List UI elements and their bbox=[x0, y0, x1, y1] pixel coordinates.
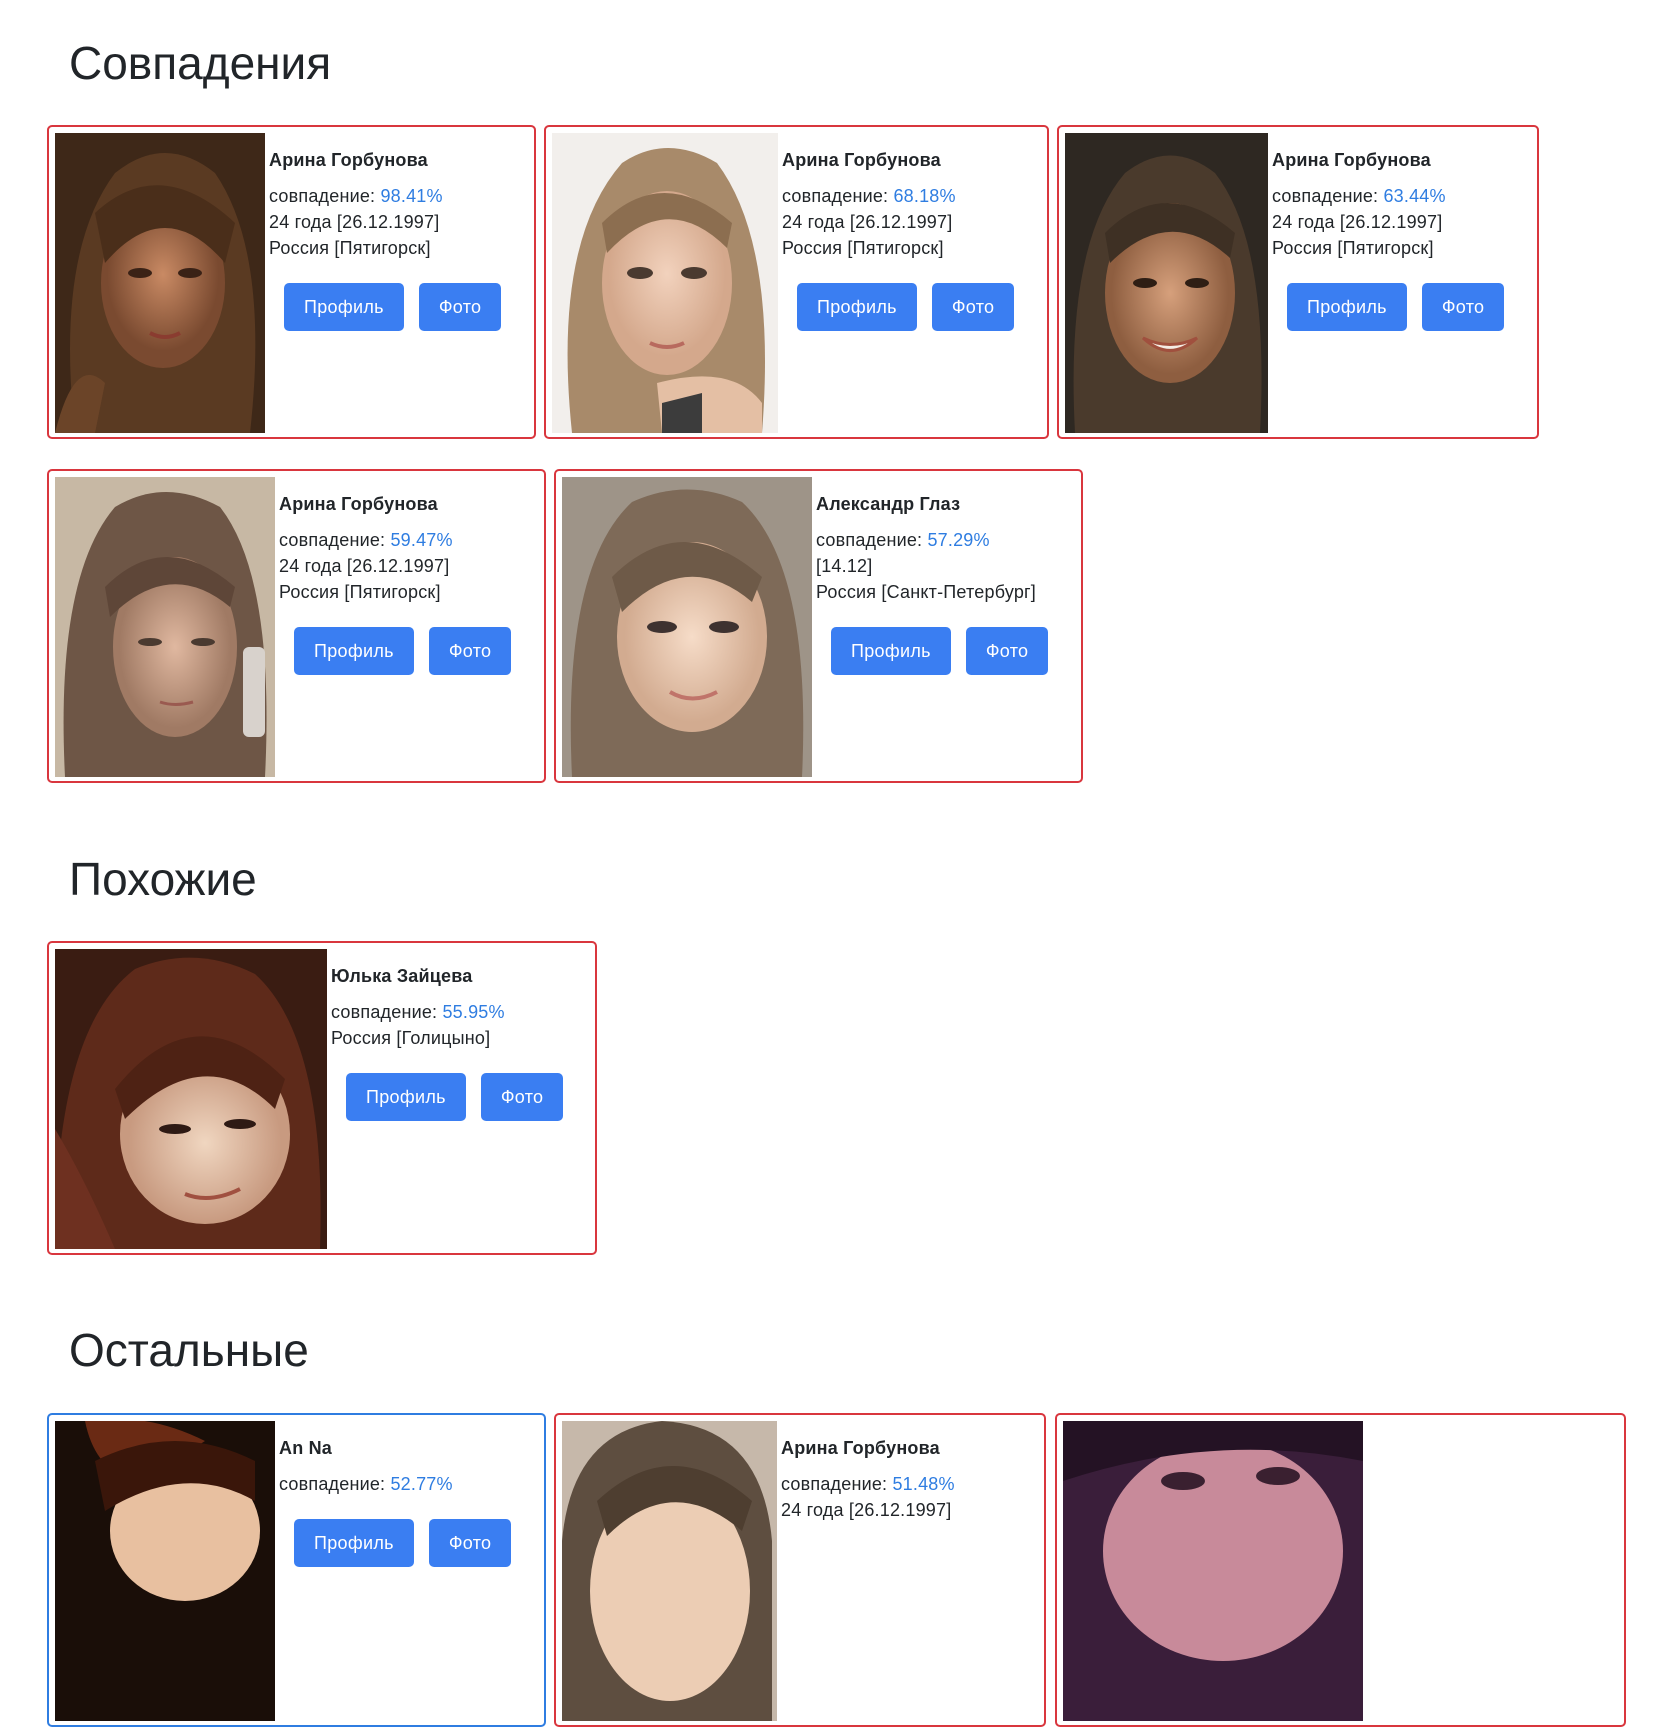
person-name: An Na bbox=[279, 1438, 333, 1458]
match-percent: 51.48% bbox=[892, 1474, 955, 1494]
match-card: Александр Глаз совпадение: 57.29% [14.12… bbox=[554, 469, 1083, 783]
match-card: Арина Горбунова совпадение: 59.47% 24 го… bbox=[47, 469, 546, 783]
person-name: Александр Глаз bbox=[816, 494, 961, 514]
person-name: Арина Горбунова bbox=[782, 150, 941, 170]
profile-photo[interactable] bbox=[552, 133, 778, 433]
person-location: Россия [Пятигорск] bbox=[782, 238, 944, 258]
section-title-others: Остальные bbox=[69, 1324, 309, 1376]
match-percent: 98.41% bbox=[380, 186, 443, 206]
profile-photo[interactable] bbox=[55, 133, 265, 433]
photo-button[interactable]: Фото bbox=[1421, 283, 1505, 331]
profile-photo[interactable] bbox=[1063, 1421, 1363, 1721]
match-label: совпадение: bbox=[269, 186, 381, 206]
person-location: Россия [Пятигорск] bbox=[279, 582, 441, 602]
profile-button[interactable]: Профиль bbox=[346, 1073, 466, 1121]
section-title-matches: Совпадения bbox=[69, 37, 332, 89]
person-age: 24 года [26.12.1997] bbox=[782, 212, 953, 232]
section-title-similar: Похожие bbox=[69, 853, 257, 905]
person-age: [14.12] bbox=[816, 556, 873, 576]
photo-button[interactable]: Фото bbox=[428, 627, 512, 675]
similar-card: Юлька Зайцева совпадение: 55.95% Россия … bbox=[47, 941, 597, 1255]
profile-button[interactable]: Профиль bbox=[1287, 283, 1407, 331]
person-location: Россия [Санкт-Петербург] bbox=[816, 582, 1037, 602]
photo-button[interactable]: Фото bbox=[965, 627, 1049, 675]
match-label: совпадение: bbox=[279, 530, 391, 550]
match-percent: 68.18% bbox=[893, 186, 956, 206]
photo-button[interactable]: Фото bbox=[418, 283, 502, 331]
person-name: Арина Горбунова bbox=[1272, 150, 1431, 170]
match-percent: 57.29% bbox=[927, 530, 990, 550]
match-percent: 52.77% bbox=[390, 1474, 453, 1494]
photo-button[interactable]: Фото bbox=[480, 1073, 564, 1121]
profile-button[interactable]: Профиль bbox=[284, 283, 404, 331]
profile-button[interactable]: Профиль bbox=[294, 627, 414, 675]
match-label: совпадение: bbox=[782, 186, 894, 206]
other-card: Арина Горбунова совпадение: 51.48% 24 го… bbox=[554, 1413, 1046, 1727]
match-percent: 63.44% bbox=[1383, 186, 1446, 206]
person-age: 24 года [26.12.1997] bbox=[269, 212, 440, 232]
match-label: совпадение: bbox=[816, 530, 928, 550]
other-card bbox=[1055, 1413, 1626, 1727]
profile-button[interactable]: Профиль bbox=[294, 1519, 414, 1567]
match-card: Арина Горбунова совпадение: 68.18% 24 го… bbox=[544, 125, 1049, 439]
person-location: Россия [Голицыно] bbox=[331, 1028, 491, 1048]
profile-button[interactable]: Профиль bbox=[831, 627, 951, 675]
profile-photo[interactable] bbox=[1065, 133, 1268, 433]
person-name: Арина Горбунова bbox=[269, 150, 428, 170]
photo-button[interactable]: Фото bbox=[428, 1519, 512, 1567]
person-age: 24 года [26.12.1997] bbox=[279, 556, 450, 576]
profile-photo[interactable] bbox=[55, 1421, 275, 1721]
person-name: Арина Горбунова bbox=[781, 1438, 940, 1458]
person-age: 24 года [26.12.1997] bbox=[1272, 212, 1443, 232]
person-age: 24 года [26.12.1997] bbox=[781, 1500, 952, 1520]
profile-photo[interactable] bbox=[55, 477, 275, 777]
match-card: Арина Горбунова совпадение: 98.41% 24 го… bbox=[47, 125, 536, 439]
match-label: совпадение: bbox=[1272, 186, 1384, 206]
match-label: совпадение: bbox=[279, 1474, 391, 1494]
profile-photo[interactable] bbox=[562, 1421, 777, 1721]
match-label: совпадение: bbox=[331, 1002, 443, 1022]
person-location: Россия [Пятигорск] bbox=[1272, 238, 1434, 258]
match-label: совпадение: bbox=[781, 1474, 893, 1494]
photo-button[interactable]: Фото bbox=[931, 283, 1015, 331]
person-location: Россия [Пятигорск] bbox=[269, 238, 431, 258]
match-percent: 59.47% bbox=[390, 530, 453, 550]
profile-button[interactable]: Профиль bbox=[797, 283, 917, 331]
profile-photo[interactable] bbox=[562, 477, 812, 777]
person-name: Арина Горбунова bbox=[279, 494, 438, 514]
match-percent: 55.95% bbox=[442, 1002, 505, 1022]
profile-photo[interactable] bbox=[55, 949, 327, 1249]
person-name: Юлька Зайцева bbox=[331, 966, 473, 986]
other-card: An Na совпадение: 52.77% Профиль Фото bbox=[47, 1413, 546, 1727]
match-card: Арина Горбунова совпадение: 63.44% 24 го… bbox=[1057, 125, 1539, 439]
